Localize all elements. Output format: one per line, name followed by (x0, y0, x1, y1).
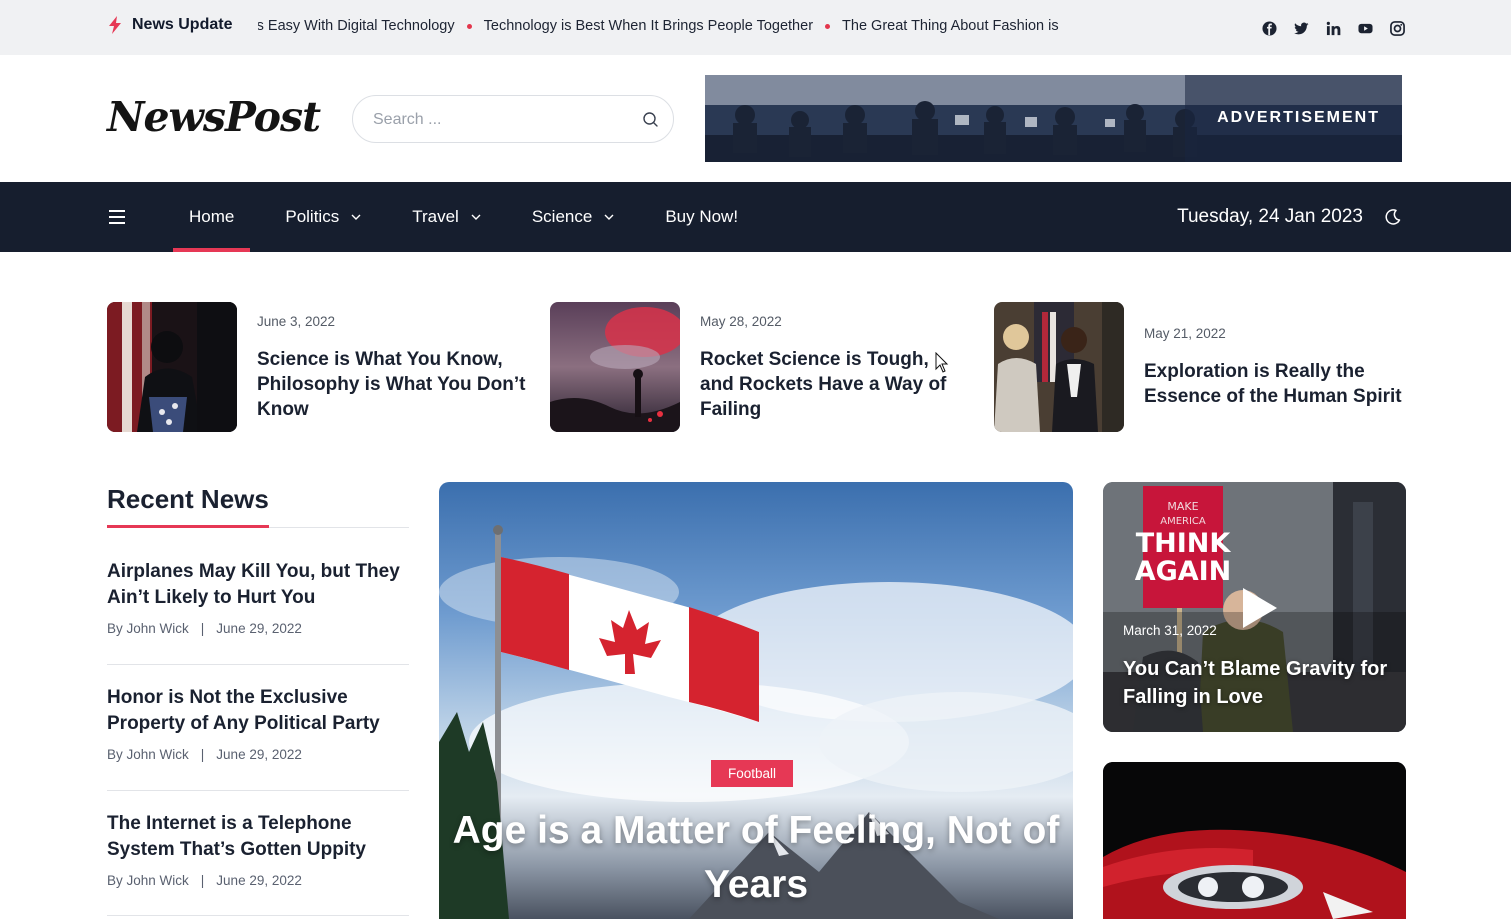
youtube-icon[interactable] (1356, 19, 1374, 37)
recent-news-meta: By John Wick | June 29, 2022 (107, 747, 409, 762)
ticker-label-text: News Update (132, 16, 233, 33)
featured-post[interactable]: June 3, 2022 Science is What You Know, P… (107, 302, 527, 432)
sign-text-line-2: AMERICA (1160, 516, 1206, 527)
lightning-icon (109, 16, 121, 34)
meta-separator: | (200, 873, 205, 888)
recent-news-item[interactable]: The Internet is a Telephone System That’… (107, 811, 409, 888)
post-title[interactable]: You Can’t Blame Gravity for Falling in L… (1123, 655, 1393, 711)
post-card[interactable] (1103, 762, 1406, 919)
recent-news-title[interactable]: Honor is Not the Exclusive Property of A… (107, 685, 409, 737)
twitter-icon[interactable] (1292, 19, 1310, 37)
author[interactable]: By John Wick (107, 621, 189, 636)
search-input[interactable] (373, 108, 623, 132)
advertisement-label: ADVERTISEMENT (1217, 109, 1380, 126)
recent-news-item[interactable]: Honor is Not the Exclusive Property of A… (107, 685, 409, 762)
featured-thumbnail[interactable] (994, 302, 1124, 432)
post-date: June 29, 2022 (216, 747, 302, 762)
chevron-down-icon (351, 214, 361, 220)
facebook-icon[interactable] (1260, 19, 1278, 37)
ticker-label: News Update (108, 16, 232, 34)
search-icon[interactable] (642, 111, 659, 128)
bullet-dot (466, 23, 472, 29)
author[interactable]: By John Wick (107, 873, 189, 888)
recent-news-meta: By John Wick | June 29, 2022 (107, 873, 409, 888)
featured-title[interactable]: Exploration is Really the Essence of the… (1144, 359, 1406, 409)
featured-date: May 28, 2022 (700, 314, 782, 329)
ticker-item[interactable]: Life is Easy With Digital Technology (258, 18, 455, 34)
featured-title[interactable]: Rocket Science is Tough, and Rockets Hav… (700, 347, 960, 422)
nav-item-politics[interactable]: Politics (269, 182, 377, 252)
current-date: Tuesday, 24 Jan 2023 (1177, 206, 1363, 227)
nav-menu: Home Politics Travel Science Buy Now! (173, 182, 773, 252)
ticker-item[interactable]: Technology is Best When It Brings People… (455, 18, 813, 34)
sign-text-line-3: THINK (1136, 528, 1232, 559)
recent-news-title[interactable]: The Internet is a Telephone System That’… (107, 811, 409, 863)
recent-news-heading: Recent News (107, 484, 269, 514)
featured-date: May 21, 2022 (1144, 326, 1226, 341)
dark-mode-moon-icon[interactable] (1384, 208, 1402, 226)
sign-text-line-4: AGAIN (1135, 556, 1232, 587)
featured-title[interactable]: Science is What You Know, Philosophy is … (257, 347, 527, 422)
site-logo[interactable]: NewsPost (107, 93, 321, 141)
author[interactable]: By John Wick (107, 747, 189, 762)
search-box (352, 95, 674, 143)
nav-item-science[interactable]: Science (516, 182, 630, 252)
menu-icon[interactable] (109, 210, 125, 224)
nav-item-travel[interactable]: Travel (396, 182, 497, 252)
post-date: March 31, 2022 (1123, 623, 1217, 638)
ticker-track: Life is Easy With Digital Technology Tec… (258, 18, 1074, 38)
recent-news-item[interactable]: Airplanes May Kill You, but They Ain’t L… (107, 559, 409, 636)
divider (107, 915, 409, 916)
bullet-dot (825, 23, 831, 29)
featured-post[interactable]: May 28, 2022 Rocket Science is Tough, an… (550, 302, 970, 432)
post-date: June 29, 2022 (216, 873, 302, 888)
instagram-icon[interactable] (1388, 19, 1406, 37)
nav-item-home[interactable]: Home (173, 182, 251, 252)
advertisement-banner[interactable]: ADVERTISEMENT (705, 75, 1402, 162)
chevron-down-icon (604, 214, 614, 220)
post-date: June 29, 2022 (216, 621, 302, 636)
featured-thumbnail[interactable] (550, 302, 680, 432)
divider (107, 664, 409, 665)
nav-item-buy-now[interactable]: Buy Now! (649, 182, 754, 252)
heading-underline (107, 525, 269, 528)
recent-news-meta: By John Wick | June 29, 2022 (107, 621, 409, 636)
featured-thumbnail[interactable] (107, 302, 237, 432)
meta-separator: | (200, 747, 205, 762)
divider (107, 790, 409, 791)
play-icon[interactable] (1239, 586, 1279, 630)
video-post-card[interactable]: MAKE AMERICA THINK AGAIN March 31, 2022 … (1103, 482, 1406, 732)
hero-post[interactable]: Football Age is a Matter of Feeling, Not… (439, 482, 1073, 919)
chevron-down-icon (471, 214, 481, 220)
main-navbar: Home Politics Travel Science Buy Now! Tu… (0, 182, 1511, 252)
featured-post[interactable]: May 21, 2022 Exploration is Really the E… (994, 302, 1406, 432)
ticker-item[interactable]: The Great Thing About Fashion is (813, 18, 1059, 34)
recent-news-title[interactable]: Airplanes May Kill You, but They Ain’t L… (107, 559, 409, 611)
hero-title[interactable]: Age is a Matter of Feeling, Not of Years (439, 804, 1073, 912)
sign-text-line-1: MAKE (1167, 500, 1198, 513)
featured-date: June 3, 2022 (257, 314, 336, 329)
linkedin-icon[interactable] (1324, 19, 1342, 37)
category-badge[interactable]: Football (711, 760, 794, 787)
meta-separator: | (200, 621, 205, 636)
top-bar: News Update Life is Easy With Digital Te… (0, 0, 1511, 55)
social-links (1260, 19, 1406, 37)
red-car-photo (1103, 762, 1406, 919)
mouse-cursor-icon (935, 352, 949, 373)
